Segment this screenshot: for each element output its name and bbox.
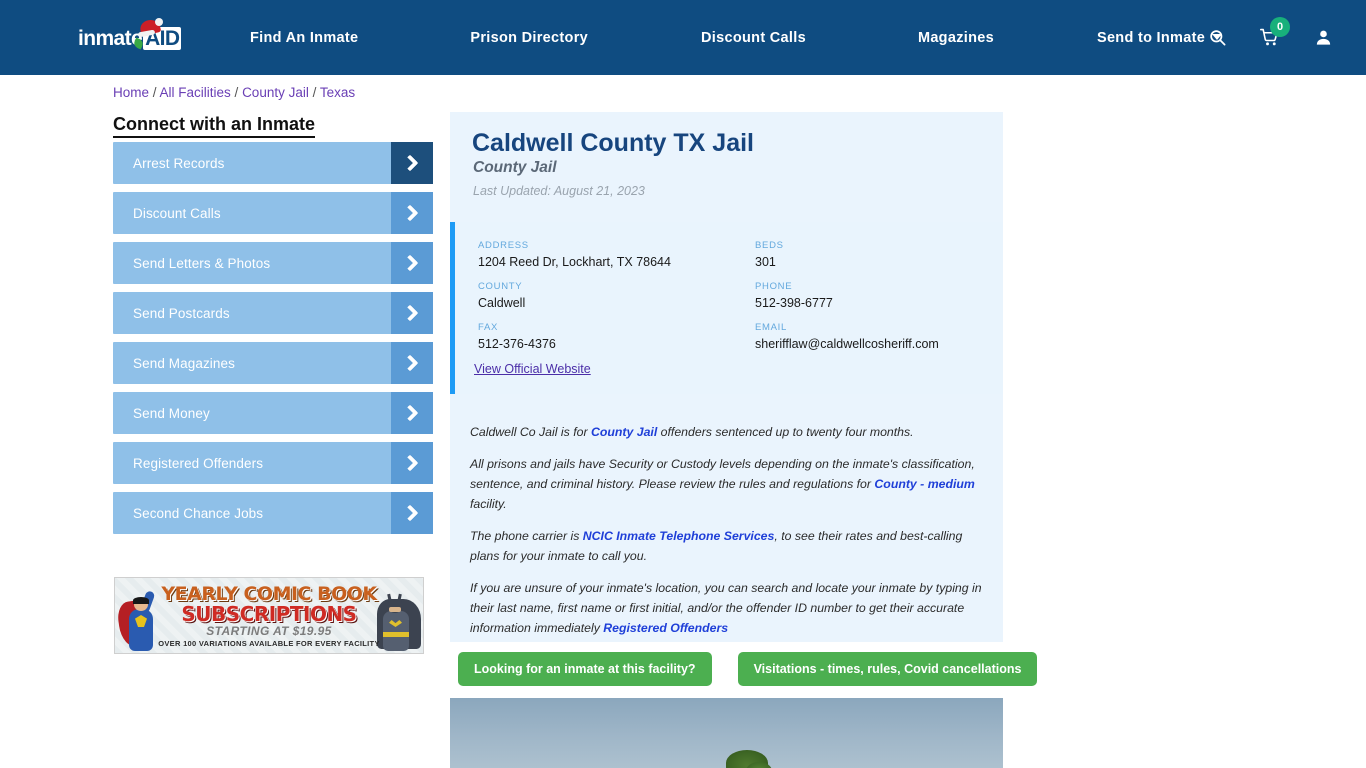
sidebar-title: Connect with an Inmate — [113, 114, 316, 138]
info-field-address: ADDRESS 1204 Reed Dr, Lockhart, TX 78644 — [478, 240, 671, 269]
fax-value: 512-376-4376 — [478, 337, 556, 351]
primary-nav-links: Find An Inmate Prison Directory Discount… — [250, 0, 1223, 75]
cart-count-badge: 0 — [1270, 17, 1290, 37]
description-paragraph-4: If you are unsure of your inmate's locat… — [470, 578, 987, 638]
p3-text-a: The phone carrier is — [470, 529, 583, 543]
sidebar-menu: Arrest Records Discount Calls Send Lette… — [113, 142, 433, 542]
search-icon[interactable] — [1208, 28, 1227, 47]
chevron-right-icon — [391, 292, 433, 334]
looking-for-inmate-button[interactable]: Looking for an inmate at this facility? — [458, 652, 712, 686]
facility-type-subtitle: County Jail — [473, 159, 557, 176]
action-button-row: Looking for an inmate at this facility? … — [458, 652, 1038, 686]
beds-label: BEDS — [755, 240, 784, 251]
breadcrumb-separator: / — [308, 85, 320, 100]
breadcrumb-separator: / — [149, 85, 160, 100]
breadcrumb-item-county-jail[interactable]: County Jail — [242, 85, 309, 100]
phone-label: PHONE — [755, 281, 793, 292]
sidebar-item-label: Send Magazines — [133, 355, 235, 371]
ad-price: STARTING AT $19.95 — [206, 624, 332, 638]
chevron-right-icon — [391, 242, 433, 284]
link-county-medium[interactable]: County - medium — [874, 477, 974, 491]
sidebar-item-send-money[interactable]: Send Money — [113, 392, 433, 434]
p2-text-b: facility. — [470, 497, 507, 511]
shopping-cart-icon[interactable]: 0 — [1260, 17, 1290, 47]
last-updated-text: Last Updated: August 21, 2023 — [473, 184, 645, 198]
nav-item-magazines[interactable]: Magazines — [918, 30, 994, 46]
description-paragraph-1: Caldwell Co Jail is for County Jail offe… — [470, 422, 987, 442]
logo-word-inmate: inmate — [78, 27, 143, 50]
sidebar-item-second-chance-jobs[interactable]: Second Chance Jobs — [113, 492, 433, 534]
nav-item-send-to-inmate[interactable]: Send to Inmate — [1096, 29, 1223, 46]
sidebar-item-label: Send Postcards — [133, 305, 230, 321]
inmateaid-logo[interactable]: inmate AID — [78, 18, 193, 56]
address-label: ADDRESS — [478, 240, 529, 251]
p1-text-a: Caldwell Co Jail is for — [470, 425, 591, 439]
p1-text-b: offenders sentenced up to twenty four mo… — [657, 425, 914, 439]
chevron-right-icon — [391, 392, 433, 434]
phone-value: 512-398-6777 — [755, 296, 833, 310]
address-value: 1204 Reed Dr, Lockhart, TX 78644 — [478, 255, 671, 269]
link-county-jail[interactable]: County Jail — [591, 425, 657, 439]
facility-photo — [450, 698, 1003, 768]
info-field-county: COUNTY Caldwell — [478, 281, 525, 310]
info-field-phone: PHONE 512-398-6777 — [755, 281, 833, 310]
email-value: sherifflaw@caldwellcosheriff.com — [755, 337, 939, 351]
breadcrumb-item-texas[interactable]: Texas — [320, 85, 355, 100]
user-account-icon[interactable] — [1314, 28, 1333, 47]
sidebar-item-label: Send Letters & Photos — [133, 255, 271, 271]
sidebar-item-label: Send Money — [133, 405, 210, 421]
ad-subheadline: SUBSCRIPTIONS — [181, 602, 357, 626]
email-label: EMAIL — [755, 322, 788, 333]
sidebar-item-label: Discount Calls — [133, 205, 221, 221]
facility-detail-panel: Caldwell County TX Jail County Jail Last… — [450, 112, 1003, 642]
chevron-right-icon — [391, 142, 433, 184]
county-label: COUNTY — [478, 281, 523, 292]
chevron-right-icon — [391, 442, 433, 484]
breadcrumb-item-home[interactable]: Home — [113, 85, 149, 100]
description-paragraph-2: All prisons and jails have Security or C… — [470, 454, 987, 514]
ad-footnote: OVER 100 VARIATIONS AVAILABLE FOR EVERY … — [158, 639, 380, 648]
chevron-right-icon — [391, 192, 433, 234]
chevron-right-icon — [391, 342, 433, 384]
nav-item-discount-calls[interactable]: Discount Calls — [701, 30, 806, 46]
info-field-email: EMAIL sherifflaw@caldwellcosheriff.com — [755, 322, 939, 351]
breadcrumb: Home / All Facilities / County Jail / Te… — [113, 85, 355, 100]
nav-item-find-an-inmate[interactable]: Find An Inmate — [250, 30, 358, 46]
link-registered-offenders[interactable]: Registered Offenders — [603, 621, 728, 635]
sidebar-item-label: Registered Offenders — [133, 455, 264, 471]
nav-icon-group: 0 — [1208, 0, 1366, 75]
sidebar-item-discount-calls[interactable]: Discount Calls — [113, 192, 433, 234]
nav-item-prison-directory[interactable]: Prison Directory — [470, 30, 588, 46]
page-title: Caldwell County TX Jail — [472, 129, 754, 157]
beds-value: 301 — [755, 255, 776, 269]
info-field-fax: FAX 512-376-4376 — [478, 322, 556, 351]
breadcrumb-item-all-facilities[interactable]: All Facilities — [160, 85, 231, 100]
chevron-right-icon — [391, 492, 433, 534]
county-value: Caldwell — [478, 296, 526, 310]
breadcrumb-separator: / — [230, 85, 243, 100]
facility-description: Caldwell Co Jail is for County Jail offe… — [470, 422, 987, 650]
top-navigation-bar: inmate AID Find An Inmate Prison Director… — [0, 0, 1366, 75]
sidebar-item-label: Arrest Records — [133, 155, 225, 171]
nav-item-send-to-inmate-label: Send to Inmate — [1096, 29, 1206, 46]
sidebar-item-arrest-records[interactable]: Arrest Records — [113, 142, 433, 184]
view-official-website-link[interactable]: View Official Website — [474, 362, 591, 376]
visitations-button[interactable]: Visitations - times, rules, Covid cancel… — [737, 652, 1038, 686]
sidebar-item-send-magazines[interactable]: Send Magazines — [113, 342, 433, 384]
fax-label: FAX — [478, 322, 499, 333]
sidebar-item-send-letters-photos[interactable]: Send Letters & Photos — [113, 242, 433, 284]
santa-hat-icon — [137, 18, 164, 38]
comic-book-subscription-ad[interactable]: YEARLY COMIC BOOK SUBSCRIPTIONS STARTING… — [114, 577, 424, 654]
description-paragraph-3: The phone carrier is NCIC Inmate Telepho… — [470, 526, 987, 566]
info-field-beds: BEDS 301 — [755, 240, 784, 269]
link-ncic-inmate-telephone-services[interactable]: NCIC Inmate Telephone Services — [583, 529, 775, 543]
sidebar-item-label: Second Chance Jobs — [133, 505, 264, 521]
sidebar-item-send-postcards[interactable]: Send Postcards — [113, 292, 433, 334]
sidebar-item-registered-offenders[interactable]: Registered Offenders — [113, 442, 433, 484]
